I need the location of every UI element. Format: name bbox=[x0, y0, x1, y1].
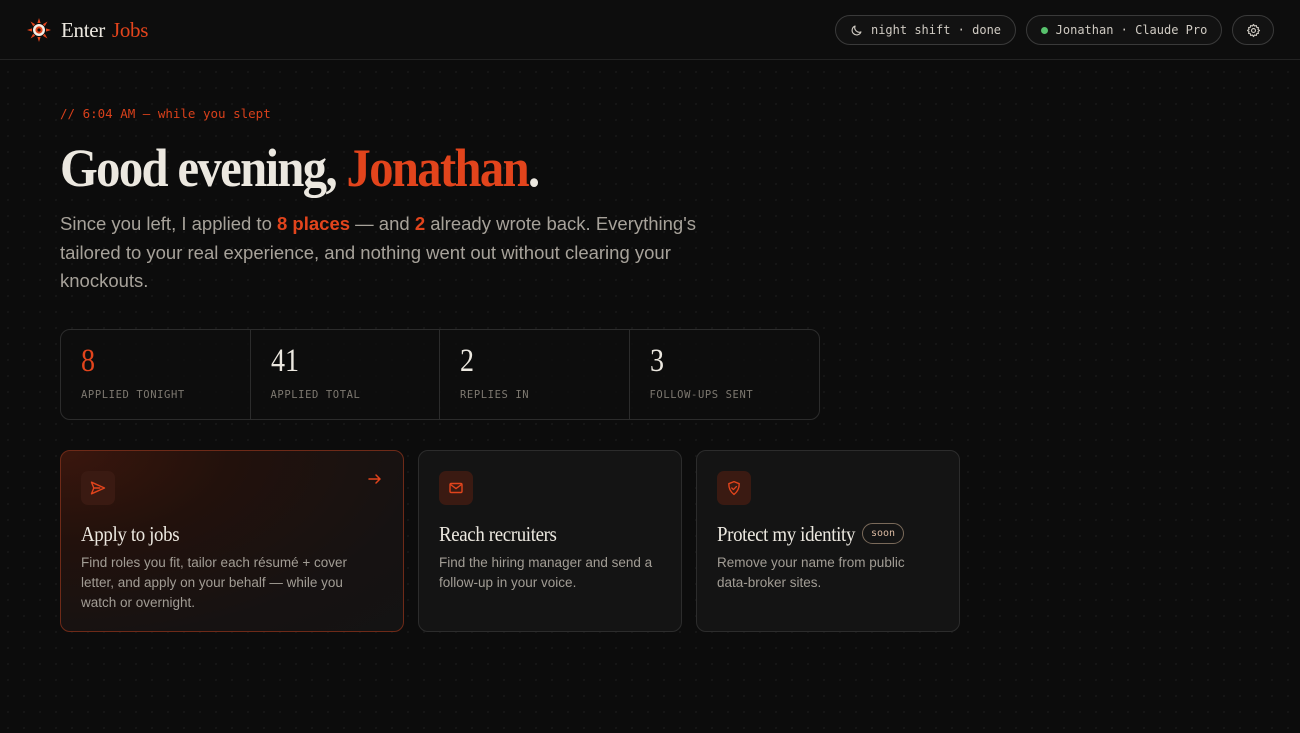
shield-icon bbox=[728, 480, 740, 496]
account-pill[interactable]: Jonathan · Claude Pro bbox=[1026, 15, 1222, 45]
arrow-right-icon bbox=[368, 474, 381, 484]
night-shift-label: night shift · done bbox=[870, 23, 1002, 37]
stat-applied-total: 41 APPLIED TOTAL bbox=[251, 330, 440, 419]
top-bar: Enter Jobs night shift · done Jonathan ·… bbox=[0, 0, 1300, 60]
protect-identity-card[interactable]: Protect my identity soon Remove your nam… bbox=[696, 450, 960, 632]
stat-label: FOLLOW-UPS SENT bbox=[649, 389, 754, 401]
gear-icon bbox=[1246, 23, 1260, 37]
card-description: Find roles you fit, tailor each résumé +… bbox=[81, 555, 347, 610]
card-icon-tile bbox=[717, 471, 751, 505]
settings-button[interactable] bbox=[1232, 15, 1274, 45]
brand-name-enter: Enter bbox=[61, 17, 105, 42]
summary-replied-count: 2 bbox=[414, 213, 426, 234]
card-icon-tile bbox=[81, 471, 115, 505]
soon-badge: soon bbox=[862, 523, 905, 544]
stats-panel: 8 APPLIED TONIGHT 41 APPLIED TOTAL 2 REP… bbox=[60, 329, 820, 420]
stat-replies-in: 2 REPLIES IN bbox=[440, 330, 630, 419]
brand[interactable]: Enter Jobs bbox=[27, 16, 148, 44]
summary-part-2: — and bbox=[350, 213, 415, 234]
apply-to-jobs-card[interactable]: Apply to jobs Find roles you fit, tailor… bbox=[60, 450, 404, 632]
stat-label: REPLIES IN bbox=[460, 389, 530, 401]
overnight-timestamp: // 6:04 AM — while you slept bbox=[60, 106, 271, 121]
account-label: Jonathan · Claude Pro bbox=[1055, 23, 1208, 37]
reach-recruiters-card[interactable]: Reach recruiters Find the hiring manager… bbox=[418, 450, 682, 632]
stat-value: 3 bbox=[649, 343, 664, 379]
card-title: Apply to jobs bbox=[81, 522, 180, 546]
card-title: Reach recruiters bbox=[439, 522, 557, 546]
sunburst-logo-icon bbox=[27, 18, 51, 42]
stat-label: APPLIED TONIGHT bbox=[81, 389, 185, 401]
summary-part-1: Since you left, I applied to bbox=[60, 213, 277, 234]
mail-icon bbox=[449, 482, 463, 494]
card-description: Remove your name from public data-broker… bbox=[717, 555, 905, 590]
stat-value: 2 bbox=[460, 343, 475, 379]
stat-value: 41 bbox=[270, 343, 299, 379]
card-icon-tile bbox=[439, 471, 473, 505]
online-status-dot bbox=[1040, 26, 1048, 34]
stat-follow-ups-sent: 3 FOLLOW-UPS SENT bbox=[630, 330, 820, 419]
night-shift-status-pill[interactable]: night shift · done bbox=[835, 15, 1016, 45]
stat-applied-tonight: 8 APPLIED TONIGHT bbox=[61, 330, 251, 419]
greeting-suffix: . bbox=[528, 138, 540, 198]
page-greeting: Good evening, Jonathan. bbox=[60, 136, 540, 200]
card-description: Find the hiring manager and send a follo… bbox=[439, 555, 653, 590]
brand-name-jobs: Jobs bbox=[111, 17, 149, 42]
summary-text: Since you left, I applied to 8 places — … bbox=[60, 210, 740, 296]
greeting-name: Jonathan bbox=[346, 138, 530, 198]
moon-icon bbox=[851, 25, 862, 36]
greeting-prefix: Good evening, bbox=[60, 138, 347, 198]
card-title: Protect my identity bbox=[717, 522, 856, 546]
stat-label: APPLIED TOTAL bbox=[270, 389, 361, 401]
send-icon bbox=[90, 481, 106, 495]
summary-applied-count: 8 places bbox=[277, 213, 351, 234]
stat-value: 8 bbox=[81, 343, 96, 379]
